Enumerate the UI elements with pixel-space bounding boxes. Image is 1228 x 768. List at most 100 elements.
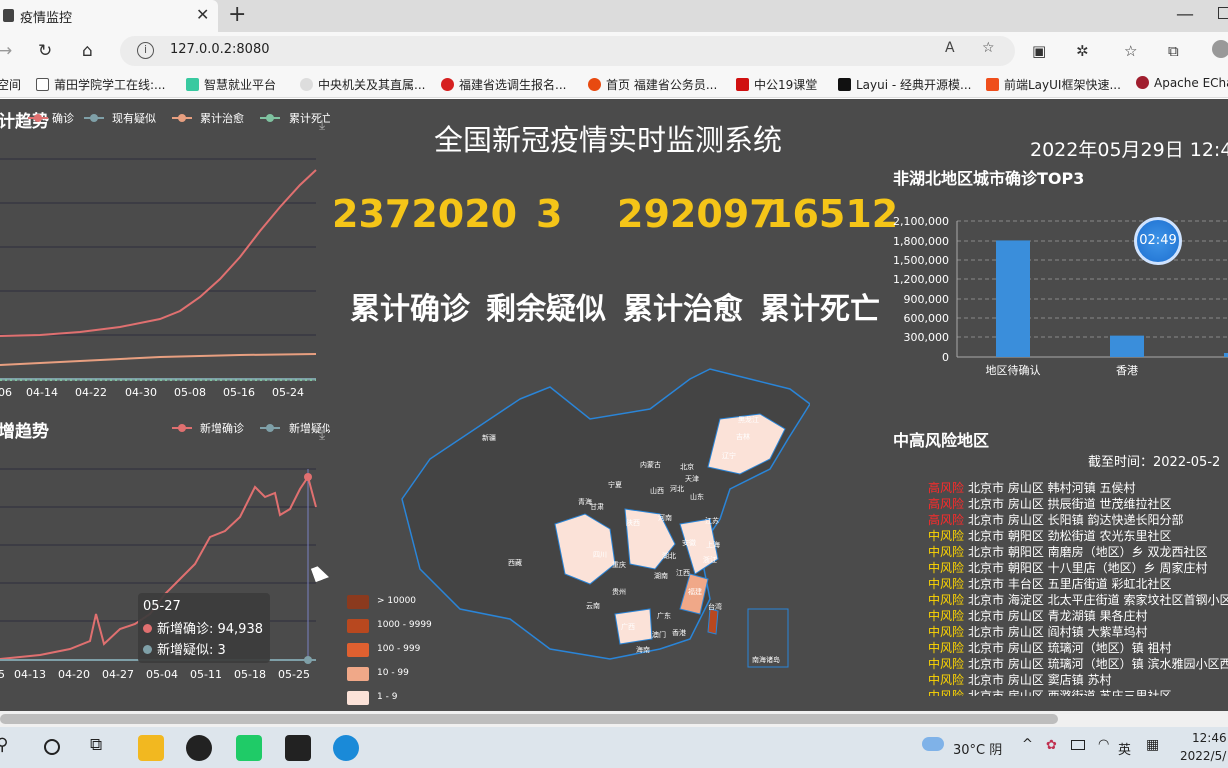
risk-area: 北京市 房山区 拱辰街道 世茂维拉社区 — [968, 497, 1172, 511]
risk-level: 中风险 — [928, 673, 965, 687]
clock-date[interactable]: 2022/5/ — [1180, 749, 1226, 763]
pycharm-icon[interactable] — [236, 735, 262, 761]
emblem-icon — [441, 78, 454, 91]
cortana-icon[interactable] — [44, 739, 60, 755]
taskbar: ⚲ ⧉ 30°C 阴 ^ ✿ ◠ 英 ▦ 12:46 2022/5/ — [0, 727, 1228, 768]
github-icon[interactable] — [186, 735, 212, 761]
bookmark-item[interactable]: Layui - 经典开源模... — [838, 76, 971, 93]
file-explorer-icon[interactable] — [138, 735, 164, 761]
sql-tool-icon[interactable] — [285, 735, 311, 761]
tabs-icon[interactable]: ⧉ — [1168, 40, 1179, 62]
globe-icon — [300, 78, 313, 91]
new-tab-button[interactable]: + — [228, 2, 246, 27]
active-tab[interactable]: 疫情监控 ✕ — [0, 0, 218, 32]
keyboard-icon[interactable]: ▦ — [1146, 737, 1159, 753]
risk-area: 北京市 海淀区 北太平庄街道 索家坟社区首钢小区 — [968, 593, 1228, 607]
tab-strip: 疫情监控 ✕ + — — [0, 0, 1228, 32]
risk-area: 北京市 房山区 青龙湖镇 果各庄村 — [968, 609, 1148, 623]
risk-item: 高风险 北京市 房山区 长阳镇 韵达快递长阳分部 — [928, 512, 1183, 528]
risk-level: 高风险 — [928, 513, 965, 527]
search-icon[interactable]: ⚲ — [0, 735, 8, 755]
bookmark-item[interactable]: 空间 — [0, 76, 21, 93]
brand-icon — [736, 78, 749, 91]
address-bar[interactable]: i 127.0.0.2:8080 A ☆ — [120, 36, 1015, 66]
bookmark-item[interactable]: 智慧就业平台 — [186, 76, 276, 93]
layui-icon — [838, 78, 851, 91]
tab-title: 疫情监控 — [20, 11, 73, 26]
c-icon — [986, 78, 999, 91]
horizontal-scrollbar[interactable] — [0, 711, 1228, 727]
minimize-button[interactable]: — — [1176, 4, 1194, 25]
edge-icon[interactable] — [333, 735, 359, 761]
risk-area: 北京市 丰台区 五里店街道 彩虹北社区 — [968, 577, 1172, 591]
echarts-icon — [1136, 76, 1149, 89]
risk-item: 中风险 北京市 丰台区 五里店街道 彩虹北社区 — [928, 576, 1171, 592]
page-favicon-icon — [3, 9, 14, 22]
risk-level: 中风险 — [928, 545, 965, 559]
risk-level: 高风险 — [928, 497, 965, 511]
chevron-up-icon[interactable]: ^ — [1022, 737, 1033, 752]
site-info-icon[interactable]: i — [137, 42, 154, 59]
flame-icon — [588, 78, 601, 91]
task-view-icon[interactable]: ⧉ — [90, 735, 102, 755]
risk-level: 中风险 — [928, 561, 965, 575]
bookmark-item[interactable]: 福建省选调生报名... — [441, 76, 566, 93]
risk-area: 北京市 房山区 西潞街道 苏庄三里社区 — [968, 689, 1172, 696]
close-tab-icon[interactable]: ✕ — [196, 5, 209, 24]
url-text[interactable]: 127.0.0.2:8080 — [170, 42, 270, 57]
navigation-bar: → ↻ ⌂ i 127.0.0.2:8080 A ☆ ▣ ✲ ☆ ⧉ — [0, 32, 1228, 70]
risk-item: 中风险 北京市 朝阳区 南磨房（地区）乡 双龙西社区 — [928, 544, 1207, 560]
extensions-icon[interactable]: ✲ — [1076, 40, 1089, 62]
risk-item: 中风险 北京市 朝阳区 劲松街道 农光东里社区 — [928, 528, 1171, 544]
risk-area: 北京市 朝阳区 劲松街道 农光东里社区 — [968, 529, 1172, 543]
bookmark-item[interactable]: 前端LayUI框架快速... — [986, 76, 1121, 93]
bookmark-item[interactable]: 中公19课堂 — [736, 76, 817, 93]
risk-level: 中风险 — [928, 657, 965, 671]
risk-area: 北京市 房山区 琉璃河（地区）镇 滨水雅园小区西 — [968, 657, 1228, 671]
wifi-icon[interactable]: ◠ — [1098, 737, 1109, 752]
scrollbar-thumb[interactable] — [0, 714, 1058, 724]
folder-icon — [36, 78, 49, 91]
bookmark-item[interactable]: 中央机关及其直属... — [300, 76, 425, 93]
risk-area: 北京市 朝阳区 十八里店（地区）乡 周家庄村 — [968, 561, 1208, 575]
risk-level: 中风险 — [928, 641, 965, 655]
risk-item: 中风险 北京市 朝阳区 十八里店（地区）乡 周家庄村 — [928, 560, 1207, 576]
risk-area: 北京市 房山区 琉璃河（地区）镇 祖村 — [968, 641, 1172, 655]
risk-area: 北京市 房山区 阎村镇 大紫草坞村 — [968, 625, 1148, 639]
forward-icon[interactable]: → — [0, 40, 12, 62]
risk-item: 中风险 北京市 房山区 青龙湖镇 果各庄村 — [928, 608, 1147, 624]
bookmark-item[interactable]: Apache ECha — [1136, 76, 1228, 90]
dashboard: 06 04-14 04-22 04-30 05-08 05-16 05-24 计… — [0, 99, 1228, 711]
favorites-icon[interactable]: ☆ — [1124, 40, 1137, 62]
collections-icon[interactable]: ▣ — [1032, 40, 1046, 62]
bookmark-item[interactable]: 莆田学院学工在线:... — [36, 76, 166, 93]
risk-area: 北京市 房山区 韩村河镇 五侯村 — [968, 481, 1136, 495]
leaf-icon — [186, 78, 199, 91]
bookmark-item[interactable]: 首页 福建省公务员... — [588, 76, 717, 93]
risk-level: 中风险 — [928, 593, 965, 607]
weather-text[interactable]: 30°C 阴 — [953, 739, 1002, 758]
risk-level: 高风险 — [928, 481, 965, 495]
risk-item: 高风险 北京市 房山区 韩村河镇 五侯村 — [928, 480, 1135, 496]
risk-list: 高风险 北京市 房山区 韩村河镇 五侯村 高风险 北京市 房山区 拱辰街道 世茂维拉社… — [0, 99, 1228, 696]
profile-avatar[interactable] — [1212, 40, 1228, 58]
reload-icon[interactable]: ↻ — [38, 40, 52, 62]
risk-level: 中风险 — [928, 625, 965, 639]
risk-item: 中风险 北京市 房山区 阎村镇 大紫草坞村 — [928, 624, 1147, 640]
battery-icon[interactable] — [1071, 740, 1085, 750]
weather-icon[interactable] — [922, 737, 944, 751]
risk-area: 北京市 房山区 窦店镇 苏村 — [968, 673, 1112, 687]
favorite-star-icon[interactable]: ☆ — [982, 40, 995, 56]
risk-item: 中风险 北京市 海淀区 北太平庄街道 索家坟社区首钢小区 — [928, 592, 1228, 608]
read-aloud-icon[interactable]: A — [945, 40, 955, 56]
clock-time[interactable]: 12:46 — [1192, 731, 1227, 745]
risk-level: 中风险 — [928, 577, 965, 591]
risk-level: 中风险 — [928, 529, 965, 543]
home-icon[interactable]: ⌂ — [82, 40, 93, 62]
ime-indicator[interactable]: 英 — [1118, 739, 1131, 758]
maximize-button[interactable] — [1218, 7, 1228, 19]
risk-item: 中风险 北京市 房山区 西潞街道 苏庄三里社区 — [928, 688, 1171, 696]
risk-item: 中风险 北京市 房山区 琉璃河（地区）镇 滨水雅园小区西 — [928, 656, 1228, 672]
app-tray-icon[interactable]: ✿ — [1046, 738, 1057, 753]
risk-area: 北京市 朝阳区 南磨房（地区）乡 双龙西社区 — [968, 545, 1208, 559]
